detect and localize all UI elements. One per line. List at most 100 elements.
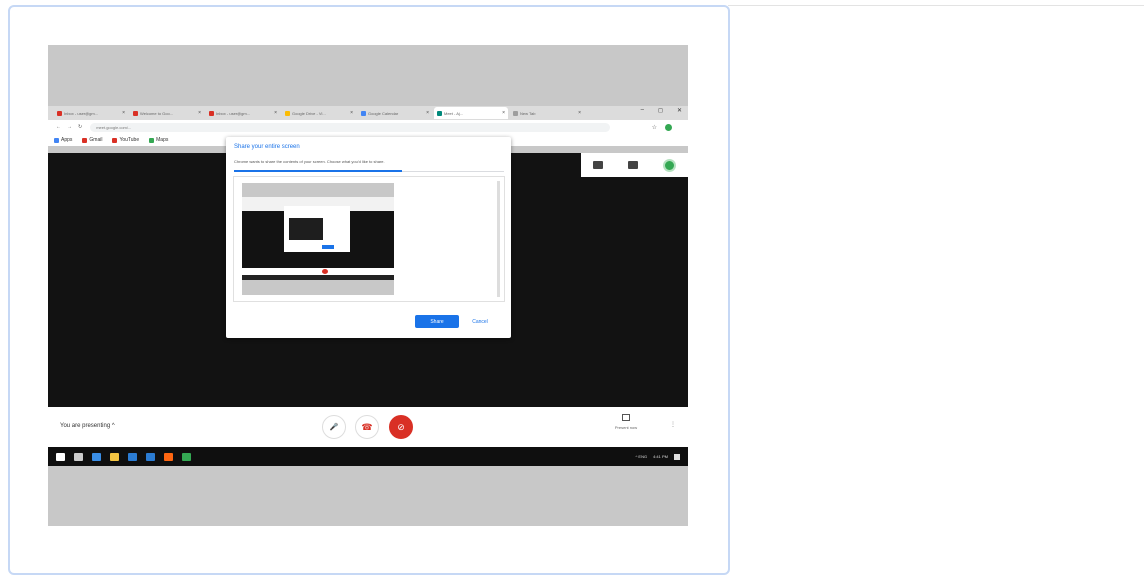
browser-tab[interactable]: Inbox - user@gm... × xyxy=(206,107,280,119)
browser-tab[interactable]: Inbox - user@gm... × xyxy=(54,107,128,119)
preview-taskbar xyxy=(242,275,394,280)
present-now-button[interactable]: Present now xyxy=(596,414,656,430)
chat-icon[interactable] xyxy=(627,161,638,169)
tab-label: Meet - Aj... xyxy=(444,110,464,116)
browser-tab[interactable]: Meet - Aj... × xyxy=(434,107,508,119)
firefox-icon[interactable] xyxy=(164,452,173,461)
bookmark-label: Apps xyxy=(61,137,73,143)
camera-off-icon: ⊘ xyxy=(397,421,405,432)
close-tab-icon[interactable]: × xyxy=(198,110,201,116)
present-now-label: Present now xyxy=(614,425,638,430)
hang-up-button[interactable]: ☎ xyxy=(355,415,379,439)
dialog-title: Share your entire screen xyxy=(234,144,300,150)
bookmark-label: YouTube xyxy=(119,137,140,143)
system-tray: ^ ENG 4:41 PM xyxy=(635,447,680,466)
edge-icon[interactable] xyxy=(92,452,101,461)
browser-tab[interactable]: Welcome to Goo... × xyxy=(130,107,204,119)
preview-scrollbar[interactable] xyxy=(497,181,500,297)
close-tab-icon[interactable]: × xyxy=(426,110,429,116)
bookmark-label: Gmail xyxy=(89,137,103,143)
mail-icon[interactable] xyxy=(128,452,137,461)
preview-share-button xyxy=(322,245,334,249)
close-tab-icon[interactable]: × xyxy=(122,110,125,116)
preview-camera-button xyxy=(322,269,328,274)
gmail-icon xyxy=(133,110,138,116)
bookmark-item[interactable]: YouTube xyxy=(112,137,139,143)
present-icon xyxy=(622,414,630,421)
call-toolbar: You are presenting ^ 🎤 ☎ ⊘ Present now ⋮ xyxy=(48,407,688,447)
gmail-icon xyxy=(209,110,214,116)
chevron-up-icon: ^ xyxy=(111,423,115,429)
store-icon[interactable] xyxy=(146,452,155,461)
close-window-button[interactable]: ✕ xyxy=(677,107,682,114)
preview-callbar xyxy=(242,268,394,275)
chrome-icon[interactable] xyxy=(182,452,191,461)
close-tab-icon[interactable]: × xyxy=(350,110,353,116)
clock[interactable]: 4:41 PM xyxy=(653,454,668,459)
close-tab-icon[interactable]: × xyxy=(502,110,505,116)
cancel-button[interactable]: Cancel xyxy=(466,315,494,328)
browser-tab-bar: Inbox - user@gm... × Welcome to Goo... × Inb… xyxy=(48,106,688,120)
browser-actions: ☆ xyxy=(652,124,672,131)
browser-tab[interactable]: Google Calendar × xyxy=(358,107,432,119)
address-bar: ← → ↻ meet.google.com/... xyxy=(48,120,688,134)
tab-label: Google Calendar xyxy=(368,110,399,116)
preview-dialog-thumbnail xyxy=(289,218,323,240)
task-view-icon[interactable] xyxy=(74,452,83,461)
tab-icon xyxy=(513,110,518,116)
close-tab-icon[interactable]: × xyxy=(274,110,277,116)
dialog-tab-indicator xyxy=(234,170,402,172)
tab-label: Inbox - user@gm... xyxy=(216,110,251,116)
more-options-icon[interactable]: ⋮ xyxy=(670,421,676,428)
back-icon[interactable]: ← xyxy=(56,124,61,130)
tab-label: New Tab xyxy=(520,110,536,116)
top-divider xyxy=(728,5,1144,6)
presenting-status[interactable]: You are presenting ^ xyxy=(60,423,115,429)
microphone-button[interactable]: 🎤 xyxy=(322,415,346,439)
reload-icon[interactable]: ↻ xyxy=(78,124,82,130)
bookmark-icon xyxy=(82,137,88,143)
meet-icon xyxy=(437,110,442,116)
bookmark-icon xyxy=(149,137,155,143)
meeting-corner-controls xyxy=(581,153,688,177)
presenting-text: You are presenting xyxy=(60,423,111,429)
tray-indicators[interactable]: ^ ENG xyxy=(635,454,647,459)
bookmark-item[interactable]: Maps xyxy=(149,137,168,143)
maximize-button[interactable]: ◻ xyxy=(658,107,663,114)
dialog-description: Chrome wants to share the contents of yo… xyxy=(234,159,385,164)
gmail-icon xyxy=(57,110,62,116)
people-icon[interactable] xyxy=(593,161,604,169)
browser-tab[interactable]: Google Drive - Vi... × xyxy=(282,107,356,119)
forward-icon[interactable]: → xyxy=(67,124,72,130)
preview-dialog xyxy=(284,206,350,252)
minimize-button[interactable]: – xyxy=(641,107,644,114)
calendar-icon xyxy=(361,110,366,116)
close-tab-icon[interactable]: × xyxy=(578,110,581,116)
bookmark-item[interactable]: Gmail xyxy=(82,137,102,143)
drive-icon xyxy=(285,110,290,116)
browser-tab[interactable]: New Tab × xyxy=(510,107,584,119)
camera-button[interactable]: ⊘ xyxy=(389,415,413,439)
start-icon[interactable] xyxy=(56,452,65,461)
microphone-icon: 🎤 xyxy=(329,424,339,431)
bookmark-icon xyxy=(112,137,118,143)
share-button[interactable]: Share xyxy=(415,315,459,328)
tab-label: Inbox - user@gm... xyxy=(64,110,99,116)
tab-label: Google Drive - Vi... xyxy=(292,110,326,116)
screen-preview-list xyxy=(233,176,505,302)
bookmark-icon xyxy=(54,137,59,143)
profile-icon[interactable] xyxy=(665,124,672,131)
bookmark-label: Maps xyxy=(156,137,169,143)
omnibox[interactable]: meet.google.com/... xyxy=(90,122,611,132)
share-screen-dialog: Share your entire screen Chrome wants to… xyxy=(226,137,511,338)
avatar[interactable] xyxy=(662,158,676,172)
notification-icon[interactable] xyxy=(674,453,680,460)
screen-preview-thumbnail[interactable] xyxy=(242,183,394,295)
embedded-screenshot: Inbox - user@gm... × Welcome to Goo... × Inb… xyxy=(48,45,688,526)
phone-icon: ☎ xyxy=(361,421,373,432)
file-explorer-icon[interactable] xyxy=(110,452,119,461)
bookmark-item[interactable]: Apps xyxy=(54,137,72,143)
star-icon[interactable]: ☆ xyxy=(652,124,657,131)
windows-taskbar xyxy=(48,447,688,466)
tab-label: Welcome to Goo... xyxy=(140,110,174,116)
